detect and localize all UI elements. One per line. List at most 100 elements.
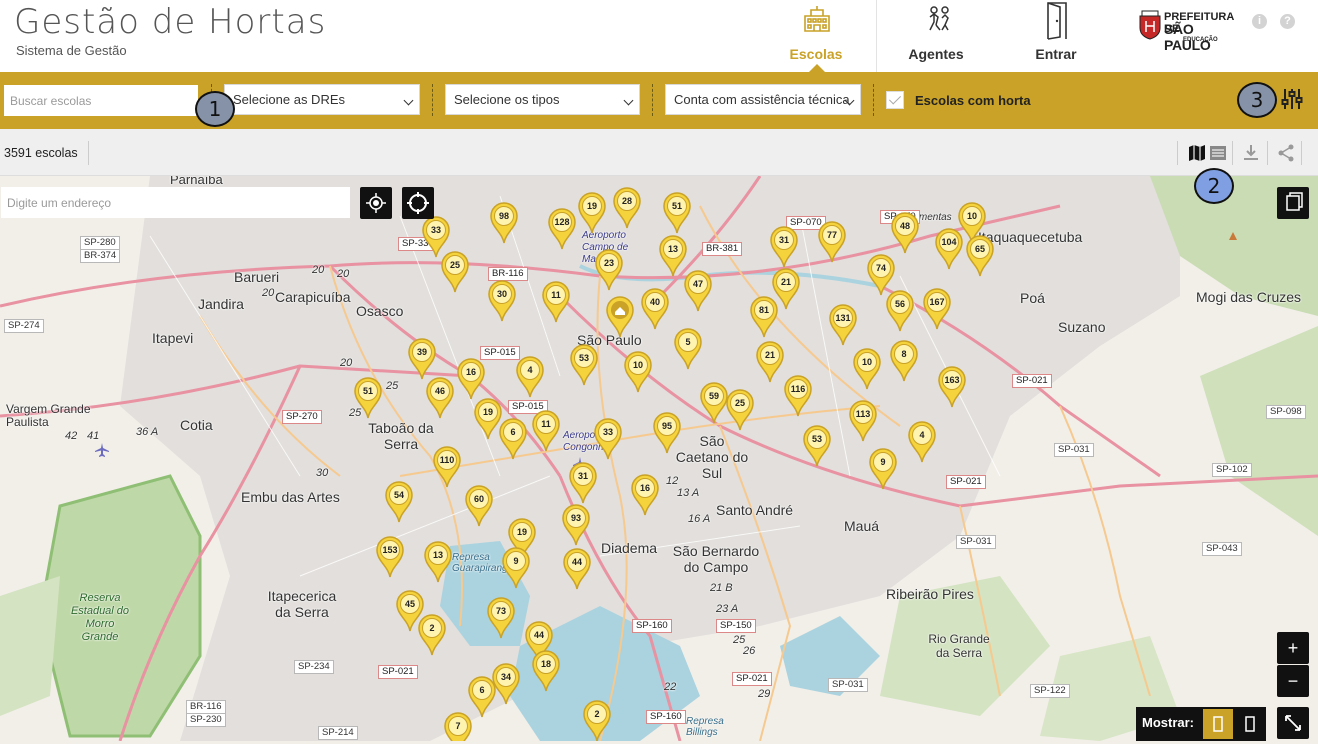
tab-agentes[interactable]: Agentes [877, 0, 995, 72]
dre-select[interactable]: Selecione as DREs [224, 84, 420, 115]
school-cluster-marker[interactable]: 98 [489, 202, 519, 244]
school-cluster-marker[interactable]: 60 [464, 485, 494, 527]
school-cluster-marker[interactable]: 31 [568, 462, 598, 504]
marker-count: 10 [632, 360, 643, 370]
school-cluster-marker[interactable]: 10 [852, 348, 882, 390]
school-cluster-marker[interactable]: 9 [868, 448, 898, 490]
show-list-button[interactable] [1235, 709, 1265, 739]
school-cluster-marker[interactable]: 93 [561, 504, 591, 546]
school-cluster-marker[interactable]: 131 [828, 304, 858, 346]
help-icon[interactable]: ? [1280, 14, 1295, 29]
school-cluster-marker[interactable]: 16 [456, 358, 486, 400]
school-cluster-marker[interactable]: 2 [417, 614, 447, 656]
tipos-select[interactable]: Selecione os tipos [445, 84, 640, 115]
school-cluster-marker[interactable]: 19 [577, 192, 607, 234]
share-icon[interactable] [1276, 143, 1296, 163]
school-cluster-marker[interactable]: 40 [640, 288, 670, 330]
school-cluster-marker[interactable]: 25 [440, 251, 470, 293]
school-cluster-marker[interactable]: 110 [432, 446, 462, 488]
tab-entrar[interactable]: Entrar [997, 0, 1115, 72]
marker-count: 116 [790, 384, 806, 394]
school-cluster-marker[interactable]: 5 [673, 328, 703, 370]
list-view-icon[interactable] [1208, 143, 1228, 163]
map-pin-icon [613, 187, 641, 229]
school-cluster-marker[interactable]: 116 [783, 375, 813, 417]
road-label: SP-280 [80, 236, 120, 250]
school-cluster-marker[interactable]: 51 [353, 377, 383, 419]
school-cluster-marker[interactable]: 11 [531, 410, 561, 452]
school-cluster-marker[interactable]: 30 [487, 280, 517, 322]
school-cluster-marker[interactable]: 128 [547, 208, 577, 250]
school-cluster-marker[interactable]: 46 [425, 377, 455, 419]
school-cluster-marker[interactable]: 163 [937, 366, 967, 408]
school-cluster-marker[interactable]: 7 [443, 712, 473, 741]
prefeitura-logo[interactable]: PREFEITURA DE SÃO PAULO EDUCAÇÃO [1138, 10, 1242, 53]
school-cluster-marker[interactable]: 6 [498, 418, 528, 460]
horta-checkbox-label[interactable]: Escolas com horta [915, 93, 1031, 108]
school-cluster-marker[interactable]: 77 [817, 221, 847, 263]
school-cluster-marker[interactable]: 47 [683, 270, 713, 312]
dre-select-value: Selecione as DREs [233, 92, 345, 107]
address-search-input[interactable] [1, 187, 350, 218]
school-cluster-marker[interactable]: 56 [885, 290, 915, 332]
school-cluster-marker[interactable]: 33 [593, 418, 623, 460]
school-cluster-marker[interactable]: 39 [407, 338, 437, 380]
school-cluster-marker[interactable]: 73 [486, 597, 516, 639]
marker-count: 31 [577, 471, 588, 481]
school-cluster-marker[interactable]: 167 [922, 288, 952, 330]
school-cluster-marker[interactable]: 51 [662, 192, 692, 234]
tab-escolas[interactable]: Escolas [757, 0, 875, 72]
locate-me-button[interactable] [360, 187, 392, 219]
search-escolas-input[interactable] [4, 85, 198, 116]
filter-separator [432, 84, 433, 116]
map[interactable]: Parnaíba Barueri Carapicuíba Jandira Osa… [0, 176, 1318, 741]
km-label: 20 [340, 357, 353, 369]
school-cluster-marker[interactable]: 21 [755, 341, 785, 383]
school-cluster-marker[interactable]: 2 [582, 700, 612, 741]
home-center-marker[interactable] [605, 296, 635, 338]
school-cluster-marker[interactable]: 44 [562, 548, 592, 590]
school-cluster-marker[interactable]: 23 [594, 249, 624, 291]
school-cluster-marker[interactable]: 48 [890, 212, 920, 254]
school-cluster-marker[interactable]: 95 [652, 412, 682, 454]
map-pin-icon [570, 344, 598, 386]
road-label: SP-122 [1030, 684, 1070, 698]
school-cluster-marker[interactable]: 31 [769, 226, 799, 268]
school-cluster-marker[interactable]: 9 [501, 547, 531, 589]
school-cluster-marker[interactable]: 4 [515, 356, 545, 398]
school-cluster-marker[interactable]: 153 [375, 536, 405, 578]
marker-count: 9 [880, 457, 886, 467]
school-cluster-marker[interactable]: 25 [725, 389, 755, 431]
school-cluster-marker[interactable]: 53 [802, 425, 832, 467]
marker-count: 40 [649, 297, 660, 307]
map-layers-button[interactable] [1277, 187, 1309, 219]
school-cluster-marker[interactable]: 4 [907, 421, 937, 463]
map-view-icon[interactable] [1187, 143, 1207, 163]
school-cluster-marker[interactable]: 8 [889, 340, 919, 382]
school-cluster-marker[interactable]: 10 [623, 351, 653, 393]
assistencia-select[interactable]: Conta com assistência técnica [665, 84, 861, 115]
school-cluster-marker[interactable]: 11 [541, 281, 571, 323]
school-cluster-marker[interactable]: 16 [630, 474, 660, 516]
school-cluster-marker[interactable]: 18 [531, 650, 561, 692]
show-markers-button[interactable] [1203, 709, 1233, 739]
draw-area-button[interactable] [402, 187, 434, 219]
school-cluster-marker[interactable]: 54 [384, 481, 414, 523]
school-cluster-marker[interactable]: 13 [423, 541, 453, 583]
school-cluster-marker[interactable]: 104 [934, 228, 964, 270]
horta-checkbox[interactable] [886, 91, 904, 109]
marker-count: 48 [899, 221, 910, 231]
school-cluster-marker[interactable]: 28 [612, 187, 642, 229]
info-icon[interactable]: i [1252, 14, 1267, 29]
download-icon[interactable] [1241, 143, 1261, 163]
school-cluster-marker[interactable]: 53 [569, 344, 599, 386]
school-cluster-marker[interactable]: 113 [848, 400, 878, 442]
zoom-out-button[interactable]: − [1277, 665, 1309, 697]
filter-settings-icon[interactable] [1281, 88, 1303, 110]
marker-count: 51 [671, 201, 682, 211]
zoom-in-button[interactable]: + [1277, 632, 1309, 664]
place-label: Santo André [716, 502, 794, 518]
fullscreen-button[interactable] [1277, 707, 1309, 739]
school-cluster-marker[interactable]: 65 [965, 235, 995, 277]
school-cluster-marker[interactable]: 81 [749, 296, 779, 338]
